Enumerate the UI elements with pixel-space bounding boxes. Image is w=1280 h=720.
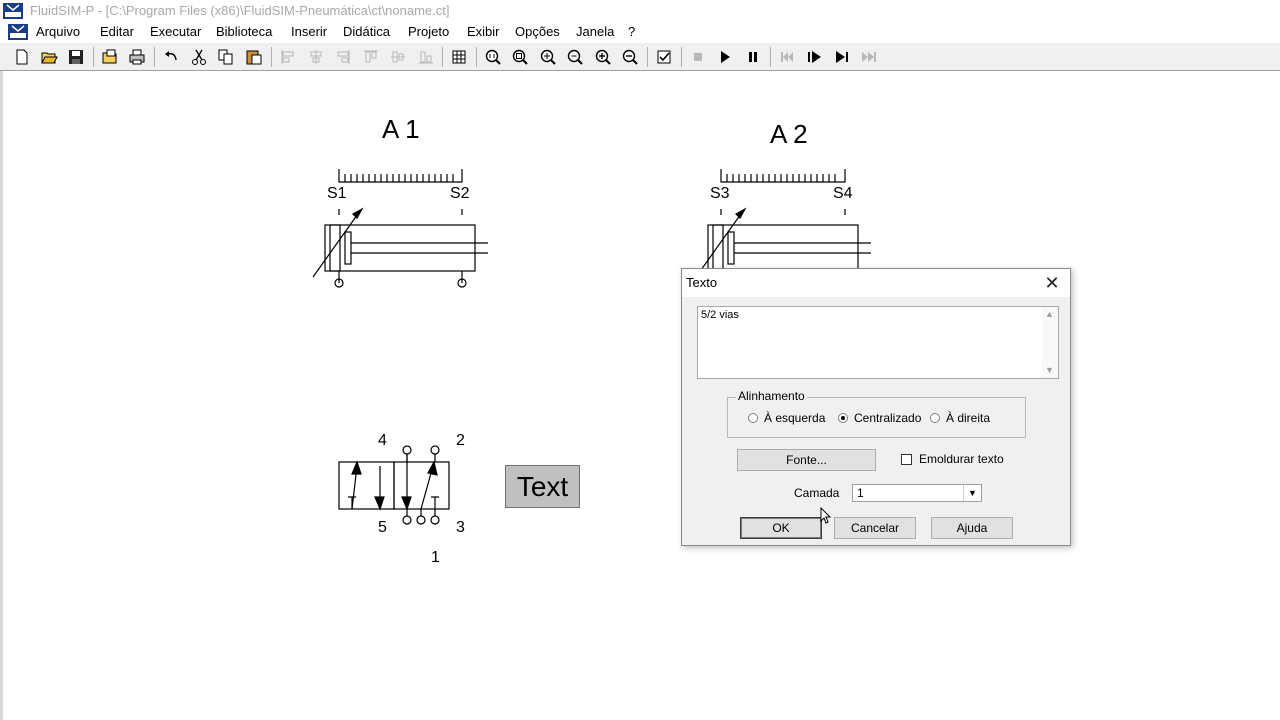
sensor-s1-label: S1: [327, 185, 347, 202]
dialog-title: Texto: [686, 275, 718, 290]
radio-circle-icon: [748, 413, 758, 423]
radio-selected-icon: [838, 413, 848, 423]
sensor-s3-label: S3: [710, 185, 730, 202]
text-element[interactable]: Text: [505, 465, 580, 508]
radio-align-left-label: À esquerda: [764, 411, 826, 425]
valve-port-2: 2: [456, 432, 465, 449]
radio-align-right-label: À direita: [946, 411, 991, 425]
scroll-down-icon[interactable]: ▼: [1045, 365, 1054, 375]
font-button[interactable]: Fonte...: [737, 449, 876, 471]
frame-text-label: Emoldurar texto: [919, 452, 1004, 466]
layer-select[interactable]: 1 ▼: [852, 484, 982, 502]
radio-align-center-label: Centralizado: [854, 411, 922, 425]
radio-align-right[interactable]: À direita: [930, 411, 990, 425]
help-button[interactable]: Ajuda: [931, 517, 1013, 539]
valve-port-3: 3: [456, 519, 465, 536]
valve-port-1: 1: [431, 549, 440, 566]
cylinder-a2-label: A 2: [770, 119, 808, 149]
checkbox-icon: [901, 453, 912, 465]
radio-align-center[interactable]: Centralizado: [838, 411, 921, 425]
mouse-cursor-icon: [820, 507, 832, 524]
valve-port-4: 4: [378, 432, 387, 449]
ok-button[interactable]: OK: [740, 517, 822, 539]
dialog-title-bar[interactable]: Texto ✕: [682, 269, 1070, 297]
sensor-s4-label: S4: [833, 185, 853, 202]
text-scrollbar[interactable]: ▲ ▼: [1042, 307, 1058, 378]
valve-port-5: 5: [378, 519, 387, 536]
alignment-group: Alinhamento À esquerda Centralizado À di…: [727, 389, 1026, 438]
alignment-label: Alinhamento: [736, 389, 807, 403]
text-dialog: Texto ✕ 5/2 vias ▲ ▼ Alinhamento À esque…: [681, 268, 1071, 546]
radio-circle-icon: [930, 413, 940, 423]
layer-select-value: 1: [857, 486, 864, 500]
frame-text-checkbox[interactable]: Emoldurar texto: [901, 452, 1004, 466]
radio-align-left[interactable]: À esquerda: [748, 411, 825, 425]
scroll-up-icon[interactable]: ▲: [1045, 309, 1054, 319]
cancel-button[interactable]: Cancelar: [834, 517, 916, 539]
close-icon[interactable]: ✕: [1042, 273, 1062, 293]
circuit-drawing: [312, 169, 871, 525]
layer-label: Camada: [794, 486, 840, 500]
sensor-s2-label: S2: [450, 185, 470, 202]
chevron-down-icon[interactable]: ▼: [963, 485, 981, 501]
valve-5-2: [338, 445, 450, 525]
text-input-value: 5/2 vias: [701, 309, 739, 321]
cylinder-a1-label: A 1: [382, 114, 420, 144]
text-input[interactable]: 5/2 vias ▲ ▼: [697, 306, 1059, 379]
